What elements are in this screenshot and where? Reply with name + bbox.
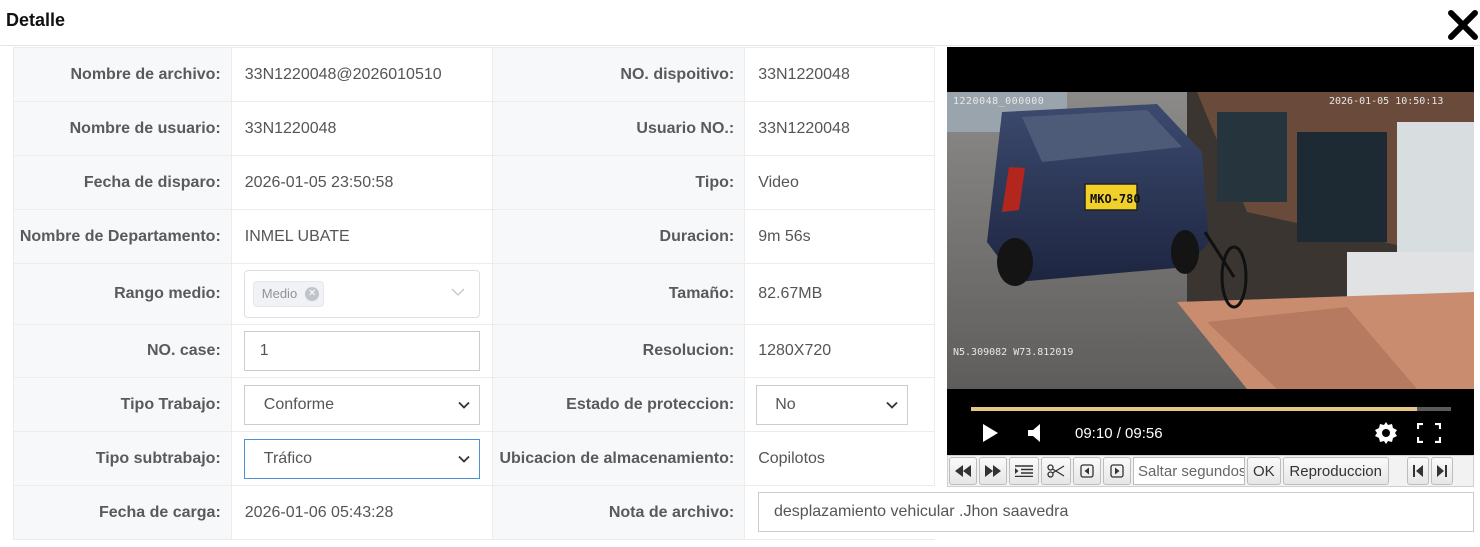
- clip-button[interactable]: [1041, 457, 1071, 485]
- duration-label: Duracion:: [493, 210, 746, 263]
- fast-forward-icon: [985, 465, 1001, 477]
- table-row: Nombre de Departamento: INMEL UBATE Dura…: [14, 210, 935, 264]
- table-row: NO. case: 1 Resolucion: 1280X720: [14, 325, 935, 378]
- play-icon[interactable]: [981, 423, 999, 443]
- device-no-label: NO. dispoitivo:: [493, 48, 746, 101]
- upload-date-value: 2026-01-06 05:43:28: [232, 486, 494, 539]
- table-row: Tipo Trabajo: Conforme Estado de protecc…: [14, 378, 935, 432]
- user-no-value: 33N1220048: [745, 102, 935, 155]
- subwork-type-label: Tipo subtrabajo:: [14, 432, 232, 485]
- table-row: Nombre de archivo: 33N1220048@2026010510…: [14, 48, 935, 102]
- media-range-select[interactable]: Medio ✕: [243, 270, 480, 318]
- video-frame: MKO-780 1220048_000000 2026-01-05 10:50:…: [947, 92, 1474, 389]
- file-note-label: Nota de archivo:: [493, 486, 746, 539]
- table-row: Rango medio: Medio ✕ Tamaño: 82.67MB: [14, 264, 935, 325]
- chevron-down-icon: [458, 455, 470, 463]
- department-label: Nombre de Departamento:: [14, 210, 232, 263]
- video-progress-fill: [971, 407, 1418, 411]
- rewind-button[interactable]: [949, 457, 977, 485]
- osd-bottom-left: N5.309082 W73.812019: [953, 347, 1073, 358]
- case-no-input[interactable]: 1: [243, 331, 480, 371]
- size-value: 82.67MB: [745, 264, 935, 324]
- duration-value: 9m 56s: [745, 210, 935, 263]
- video-toolbar: Saltar segundos OK Reproduccion: [947, 455, 1474, 487]
- frame-forward-icon: [1110, 464, 1124, 478]
- osd-top-left: 1220048_000000: [953, 96, 1044, 107]
- fullscreen-icon[interactable]: [1417, 423, 1441, 443]
- protection-cell: No: [745, 378, 935, 431]
- ok-button[interactable]: OK: [1247, 457, 1281, 485]
- fast-forward-button[interactable]: [979, 457, 1007, 485]
- media-range-label: Rango medio:: [14, 264, 232, 324]
- work-type-cell: Conforme: [232, 378, 494, 431]
- close-icon[interactable]: [1446, 8, 1480, 42]
- resolution-label: Resolucion:: [493, 325, 746, 377]
- frame-forward-button[interactable]: [1103, 457, 1131, 485]
- subwork-type-cell: Tráfico: [232, 432, 494, 485]
- upload-date-label: Fecha de carga:: [14, 486, 232, 539]
- plate-text: MKO-780: [1090, 192, 1141, 206]
- media-range-cell: Medio ✕: [232, 264, 494, 324]
- storage-location-value: Copilotos: [745, 432, 935, 485]
- skip-start-button[interactable]: [1406, 457, 1429, 485]
- resolution-value: 1280X720: [745, 325, 935, 377]
- protection-selected: No: [775, 395, 796, 413]
- frame-back-icon: [1080, 464, 1094, 478]
- file-name-text: 33N1220048@2026010510: [244, 65, 442, 83]
- video-progress-bar[interactable]: [971, 407, 1451, 411]
- skip-end-button[interactable]: [1430, 457, 1453, 485]
- trigger-date-label: Fecha de disparo:: [14, 156, 232, 209]
- chevron-down-icon: [886, 401, 898, 409]
- media-range-tag: Medio ✕: [252, 281, 325, 307]
- protection-label: Estado de proteccion:: [493, 378, 746, 431]
- skip-end-icon: [1436, 465, 1447, 477]
- frame-back-button[interactable]: [1073, 457, 1101, 485]
- tag-close-icon[interactable]: ✕: [305, 287, 320, 301]
- table-row: Nombre de usuario: 33N1220048 Usuario NO…: [14, 102, 935, 156]
- subwork-type-select[interactable]: Tráfico: [243, 438, 480, 479]
- media-range-tag-text: Medio: [261, 286, 298, 301]
- list-icon: [1015, 465, 1033, 477]
- device-no-value: 33N1220048: [745, 48, 935, 101]
- case-no-label: NO. case:: [14, 325, 232, 377]
- user-name-value: 33N1220048: [232, 102, 494, 155]
- file-name-value: 33N1220048@2026010510: [232, 48, 494, 101]
- subwork-type-selected: Tráfico: [263, 449, 313, 467]
- storage-location-label: Ubicacion de almacenamiento:: [493, 432, 746, 485]
- chevron-down-icon: [458, 401, 470, 409]
- protection-select[interactable]: No: [756, 384, 909, 425]
- type-value: Video: [745, 156, 935, 209]
- video-time: 09:10 / 09:56: [1075, 425, 1163, 442]
- dashcam-image: MKO-780 1220048_000000 2026-01-05 10:50:…: [947, 92, 1474, 389]
- table-row: Tipo subtrabajo: Tráfico Ubicacion de al…: [14, 432, 935, 486]
- list-button[interactable]: [1009, 457, 1039, 485]
- type-label: Tipo:: [493, 156, 746, 209]
- skip-start-icon: [1412, 465, 1423, 477]
- work-type-selected: Conforme: [263, 395, 335, 413]
- file-name-label: Nombre de archivo:: [14, 48, 232, 101]
- details-table: Nombre de archivo: 33N1220048@2026010510…: [13, 47, 935, 540]
- table-row: Fecha de disparo: 2026-01-05 23:50:58 Ti…: [14, 156, 935, 210]
- size-label: Tamaño:: [493, 264, 746, 324]
- file-note-input[interactable]: desplazamiento vehicular .Jhon saavedra: [758, 492, 1474, 532]
- department-value: INMEL UBATE: [232, 210, 494, 263]
- dialog-title: Detalle: [6, 10, 66, 30]
- user-name-label: Nombre de usuario:: [14, 102, 232, 155]
- dialog-header: Detalle: [0, 0, 1480, 46]
- settings-icon[interactable]: [1374, 421, 1398, 445]
- rewind-icon: [955, 465, 971, 477]
- work-type-select[interactable]: Conforme: [243, 384, 480, 425]
- seek-seconds-input[interactable]: Saltar segundos: [1133, 457, 1245, 485]
- playback-button[interactable]: Reproduccion: [1282, 457, 1389, 485]
- scissors-icon: [1047, 464, 1065, 478]
- case-no-cell: 1: [232, 325, 494, 377]
- work-type-label: Tipo Trabajo:: [14, 378, 232, 431]
- osd-top-right: 2026-01-05 10:50:13: [1329, 96, 1443, 107]
- volume-icon[interactable]: [1027, 423, 1045, 443]
- chevron-down-icon: [451, 288, 465, 296]
- video-player[interactable]: MKO-780 1220048_000000 2026-01-05 10:50:…: [947, 47, 1474, 455]
- trigger-date-value: 2026-01-05 23:50:58: [232, 156, 494, 209]
- user-no-label: Usuario NO.:: [493, 102, 746, 155]
